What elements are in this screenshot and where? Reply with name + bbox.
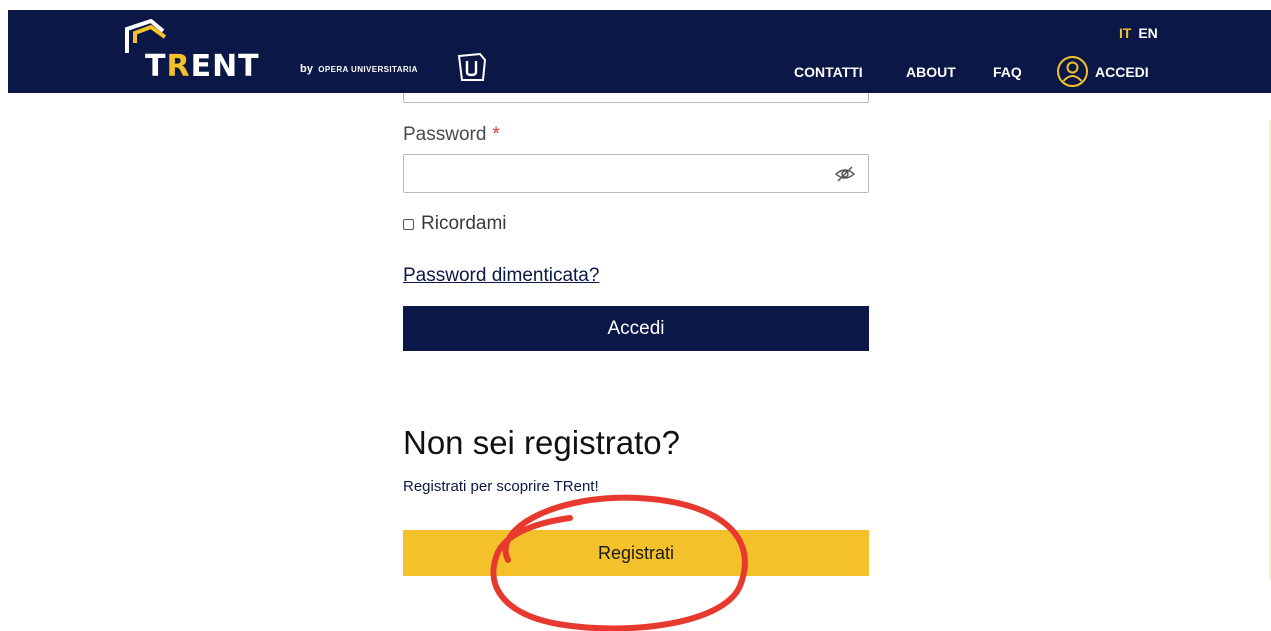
password-label-text: Password bbox=[403, 124, 487, 145]
forgot-password-link[interactable]: Password dimenticata? bbox=[403, 265, 599, 287]
site-header: TRENT by OPERA UNIVERSITARIA IT EN CONTAT… bbox=[8, 10, 1271, 93]
register-button[interactable]: Registrati bbox=[403, 530, 869, 576]
byline-by: by bbox=[300, 63, 314, 75]
lang-en[interactable]: EN bbox=[1138, 25, 1157, 41]
byline-org: OPERA UNIVERSITARIA bbox=[318, 65, 418, 74]
nav-faq[interactable]: FAQ bbox=[993, 64, 1022, 80]
username-field[interactable] bbox=[403, 93, 869, 103]
logo-wordmark: TRENT bbox=[145, 49, 260, 84]
nav-accedi-label: ACCEDI bbox=[1095, 63, 1149, 80]
required-mark: * bbox=[492, 124, 500, 145]
password-label: Password * bbox=[403, 124, 500, 146]
password-field[interactable] bbox=[403, 154, 869, 193]
remember-me[interactable]: Ricordami bbox=[403, 213, 507, 235]
nav-contatti[interactable]: CONTATTI bbox=[794, 64, 863, 80]
logo-letter-r: R bbox=[166, 49, 191, 84]
user-circle-icon bbox=[1057, 56, 1088, 87]
register-heading: Non sei registrato? bbox=[403, 424, 680, 461]
eye-slash-icon[interactable] bbox=[834, 165, 856, 183]
remember-checkbox[interactable] bbox=[403, 218, 414, 230]
byline: by OPERA UNIVERSITARIA bbox=[300, 63, 418, 75]
remember-label: Ricordami bbox=[421, 213, 507, 234]
opera-universitaria-icon bbox=[457, 52, 487, 81]
language-switcher: IT EN bbox=[1119, 25, 1158, 41]
logo-letter-t: T bbox=[145, 49, 167, 84]
logo-letters-ent: ENT bbox=[190, 49, 260, 84]
register-subtitle: Registrati per scoprire TRent! bbox=[403, 478, 599, 495]
login-button[interactable]: Accedi bbox=[403, 306, 869, 351]
nav-about[interactable]: ABOUT bbox=[906, 64, 956, 80]
trent-logo[interactable]: TRENT bbox=[121, 19, 291, 87]
nav-accedi[interactable]: ACCEDI bbox=[1056, 55, 1149, 88]
lang-it[interactable]: IT bbox=[1119, 25, 1131, 41]
